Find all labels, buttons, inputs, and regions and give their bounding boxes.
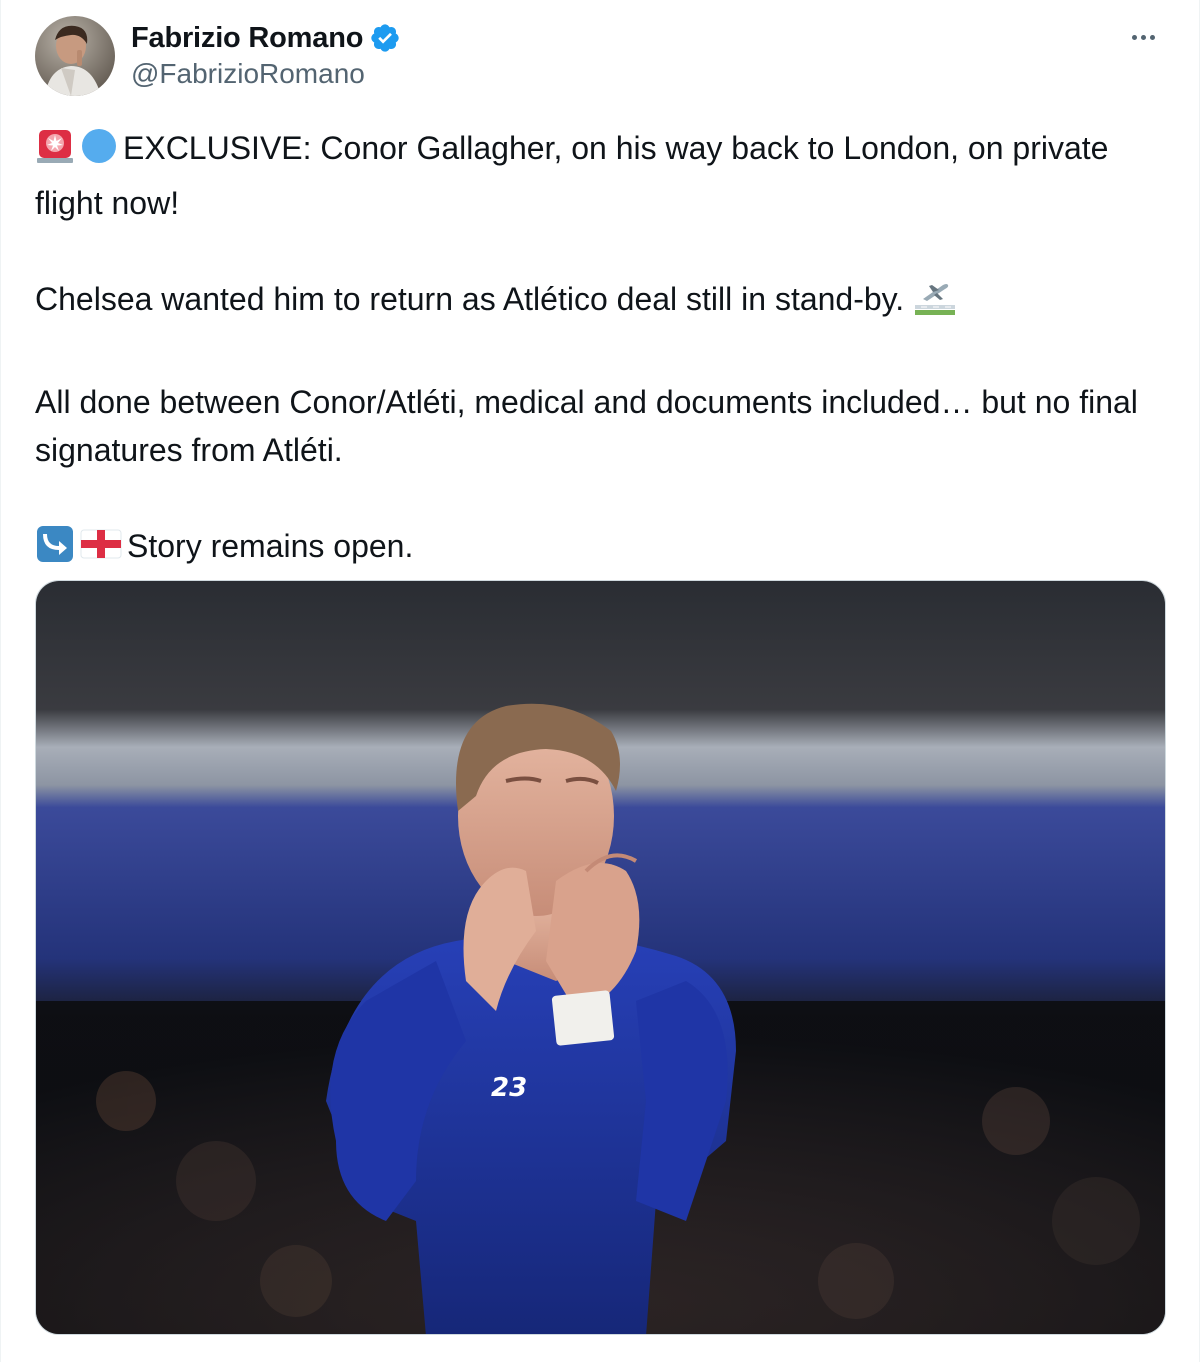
avatar-photo xyxy=(35,16,115,96)
tweet-paragraph-1: EXCLUSIVE: Conor Gallagher, on his way b… xyxy=(35,124,1155,227)
tweet-line-2: Chelsea wanted him to return as Atlético… xyxy=(35,281,905,317)
author-block: Fabrizio Romano @FabrizioRomano xyxy=(131,18,401,90)
police-car-light-emoji xyxy=(35,126,75,179)
tweet-card: Fabrizio Romano @FabrizioRomano EXCLUSIV… xyxy=(0,0,1200,1362)
more-horizontal-icon xyxy=(1131,34,1137,40)
display-name-row: Fabrizio Romano xyxy=(131,18,401,58)
shirt-number: 23 xyxy=(491,1073,527,1103)
more-options-button[interactable] xyxy=(1123,22,1163,52)
more-dot xyxy=(1140,34,1146,40)
tweet-text: EXCLUSIVE: Conor Gallagher, on his way b… xyxy=(35,124,1155,577)
tweet-paragraph-3: All done between Conor/Atléti, medical a… xyxy=(35,384,1138,468)
author-handle[interactable]: @FabrizioRomano xyxy=(131,58,401,90)
verified-badge-icon[interactable] xyxy=(369,22,401,54)
tweet-line-1: EXCLUSIVE: Conor Gallagher, on his way b… xyxy=(35,130,1109,221)
display-name[interactable]: Fabrizio Romano xyxy=(131,22,363,55)
england-flag-emoji xyxy=(79,524,123,577)
author-avatar[interactable] xyxy=(35,16,115,96)
airplane-departure-emoji xyxy=(913,277,957,330)
player-photo: 23 xyxy=(36,581,1165,1334)
tweet-paragraph-4: Story remains open. xyxy=(35,522,1155,577)
right-arrow-curving-left-emoji xyxy=(35,524,75,577)
tweet-paragraph-2: Chelsea wanted him to return as Atlético… xyxy=(35,275,1155,330)
more-dot xyxy=(1149,34,1155,40)
tweet-media-photo[interactable]: 23 xyxy=(35,580,1166,1335)
tweet-line-4: Story remains open. xyxy=(127,528,414,564)
blue-circle-emoji xyxy=(79,126,119,179)
